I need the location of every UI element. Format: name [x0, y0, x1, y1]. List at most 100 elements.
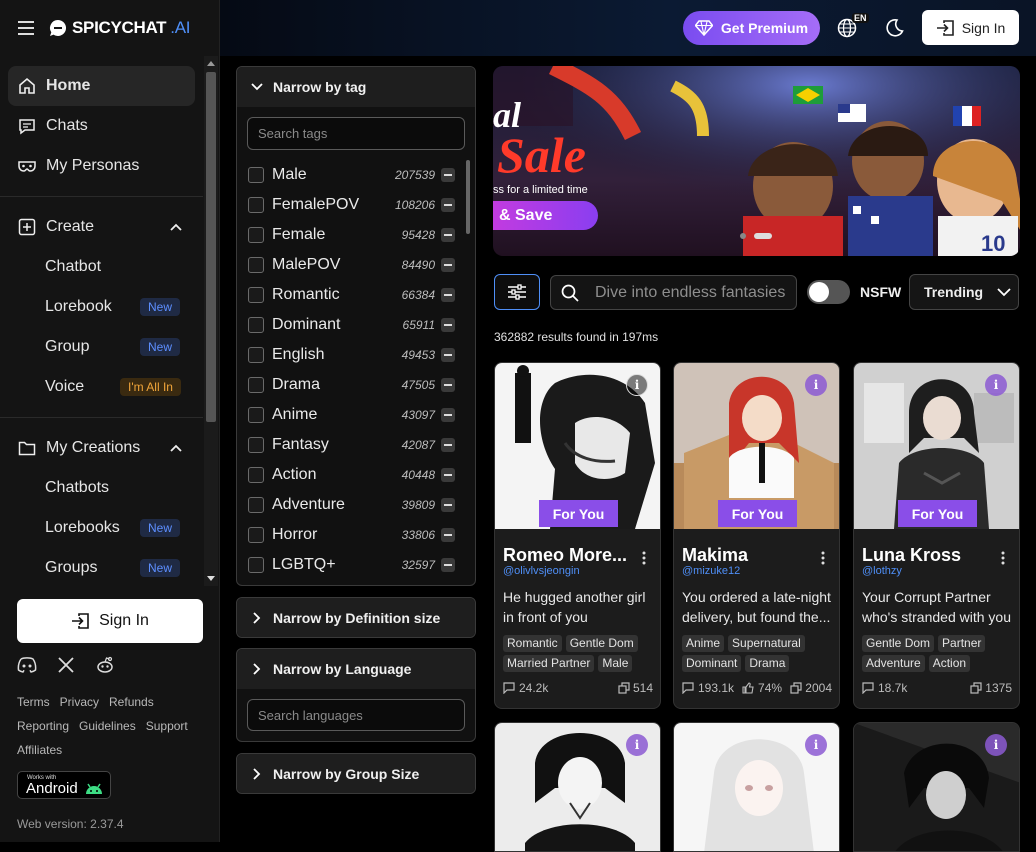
card-tag[interactable]: Drama	[745, 655, 790, 672]
discord-icon[interactable]	[17, 656, 37, 674]
get-premium-button[interactable]: Get Premium	[683, 11, 820, 45]
character-card[interactable]: i	[853, 722, 1020, 852]
character-card[interactable]: For You i Romeo More... @olivlvsjeongin …	[494, 362, 661, 709]
definition-filter-panel[interactable]: Narrow by Definition size	[236, 597, 476, 638]
sidebar-item-lorebook[interactable]: Lorebook New	[0, 287, 203, 327]
tag-row[interactable]: Anime 43097	[237, 400, 475, 430]
character-card[interactable]: For You i Makima @mizuke12 You ordered a…	[673, 362, 840, 709]
tag-row[interactable]: Horror 33806	[237, 520, 475, 550]
tag-checkbox[interactable]	[248, 437, 264, 453]
group-size-filter-header[interactable]: Narrow by Group Size	[237, 754, 475, 793]
language-search-input[interactable]: Search languages	[247, 699, 465, 731]
sidebar-item-chatbots[interactable]: Chatbots	[0, 468, 203, 508]
exclude-tag-button[interactable]	[441, 438, 455, 452]
exclude-tag-button[interactable]	[441, 378, 455, 392]
tag-checkbox[interactable]	[248, 197, 264, 213]
x-twitter-icon[interactable]	[57, 656, 75, 674]
banner-save-button[interactable]: & Save	[493, 201, 598, 230]
sidebar-item-voice[interactable]: Voice I'm All In	[0, 367, 203, 407]
group-size-filter-panel[interactable]: Narrow by Group Size	[236, 753, 476, 794]
tag-checkbox[interactable]	[248, 407, 264, 423]
tag-row[interactable]: Fantasy 42087	[237, 430, 475, 460]
tag-row[interactable]: English 49453	[237, 340, 475, 370]
exclude-tag-button[interactable]	[441, 228, 455, 242]
exclude-tag-button[interactable]	[441, 258, 455, 272]
tag-checkbox[interactable]	[248, 227, 264, 243]
tag-search-input[interactable]: Search tags	[247, 117, 465, 150]
more-options-icon[interactable]	[1001, 551, 1005, 565]
exclude-tag-button[interactable]	[441, 558, 455, 572]
nsfw-toggle[interactable]	[807, 280, 850, 304]
card-tag[interactable]: Adventure	[862, 655, 925, 672]
footer-link-guidelines[interactable]: Guidelines	[79, 719, 136, 733]
sidebar-item-chats[interactable]: Chats	[0, 106, 203, 146]
filter-toggle-button[interactable]	[494, 274, 540, 310]
card-handle[interactable]: @mizuke12	[682, 565, 740, 577]
footer-link-affiliates[interactable]: Affiliates	[17, 743, 62, 757]
card-tag[interactable]: Partner	[938, 635, 986, 652]
tag-row[interactable]: Female 95428	[237, 220, 475, 250]
tag-row[interactable]: Romantic 66384	[237, 280, 475, 310]
sidebar-item-create[interactable]: Create	[0, 207, 203, 247]
tag-row[interactable]: Male 207539	[237, 160, 475, 190]
character-card[interactable]: i	[494, 722, 661, 852]
card-tag[interactable]: Supernatural	[728, 635, 805, 652]
hamburger-menu-icon[interactable]	[18, 21, 36, 35]
tag-row[interactable]: LGBTQ+ 32597	[237, 550, 475, 580]
exclude-tag-button[interactable]	[441, 498, 455, 512]
info-icon[interactable]: i	[985, 374, 1007, 396]
tag-checkbox[interactable]	[248, 167, 264, 183]
reddit-icon[interactable]	[95, 656, 115, 674]
info-icon[interactable]: i	[626, 734, 648, 756]
language-filter-header[interactable]: Narrow by Language	[237, 649, 475, 689]
info-icon[interactable]: i	[805, 374, 827, 396]
exclude-tag-button[interactable]	[441, 318, 455, 332]
info-icon[interactable]: i	[985, 734, 1007, 756]
character-search-input[interactable]: Dive into endless fantasies	[550, 275, 797, 310]
sidebar-item-home[interactable]: Home	[8, 66, 195, 106]
scroll-down-arrow-icon[interactable]	[207, 576, 215, 582]
card-tag[interactable]: Male	[598, 655, 633, 672]
exclude-tag-button[interactable]	[441, 168, 455, 182]
tag-checkbox[interactable]	[248, 467, 264, 483]
tag-checkbox[interactable]	[248, 317, 264, 333]
tag-list-scrollbar[interactable]	[466, 160, 470, 234]
tag-checkbox[interactable]	[248, 557, 264, 573]
tag-row[interactable]: Action 40448	[237, 460, 475, 490]
logo[interactable]: SPICYCHAT .AI	[48, 18, 190, 38]
card-tag[interactable]: Romantic	[503, 635, 562, 652]
sidebar-scrollbar[interactable]	[204, 56, 218, 586]
card-tag[interactable]: Gentle Dom	[862, 635, 935, 652]
tag-row[interactable]: Drama 47505	[237, 370, 475, 400]
exclude-tag-button[interactable]	[441, 198, 455, 212]
tag-checkbox[interactable]	[248, 257, 264, 273]
tag-checkbox[interactable]	[248, 527, 264, 543]
tag-row[interactable]: FemalePOV 108206	[237, 190, 475, 220]
card-tag[interactable]: Dominant	[682, 655, 742, 672]
footer-link-refunds[interactable]: Refunds	[109, 695, 154, 709]
footer-link-support[interactable]: Support	[146, 719, 188, 733]
more-options-icon[interactable]	[821, 551, 825, 565]
info-icon[interactable]: i	[626, 374, 648, 396]
carousel-dot[interactable]	[740, 233, 746, 239]
sidebar-item-chatbot[interactable]: Chatbot	[0, 247, 203, 287]
card-tag[interactable]: Married Partner	[503, 655, 595, 672]
tag-filter-header[interactable]: Narrow by tag	[237, 67, 475, 107]
sidebar-item-lorebooks[interactable]: Lorebooks New	[0, 508, 203, 548]
exclude-tag-button[interactable]	[441, 288, 455, 302]
exclude-tag-button[interactable]	[441, 468, 455, 482]
exclude-tag-button[interactable]	[441, 348, 455, 362]
tag-checkbox[interactable]	[248, 497, 264, 513]
character-card[interactable]: For You i Luna Kross @lothzy Your Corrup…	[853, 362, 1020, 709]
chevron-up-icon[interactable]	[169, 220, 183, 234]
moon-theme-icon[interactable]	[884, 18, 904, 38]
promo-banner[interactable]: 10 al Sale ss for a limited time & Save	[493, 66, 1020, 256]
tag-row[interactable]: MalePOV 84490	[237, 250, 475, 280]
tag-checkbox[interactable]	[248, 287, 264, 303]
tag-row[interactable]: Adventure 39809	[237, 490, 475, 520]
sidebar-item-groups[interactable]: Groups New	[0, 548, 203, 586]
top-signin-button[interactable]: Sign In	[922, 10, 1019, 45]
character-card[interactable]: i	[673, 722, 840, 852]
scroll-up-arrow-icon[interactable]	[207, 60, 215, 66]
footer-link-privacy[interactable]: Privacy	[60, 695, 99, 709]
